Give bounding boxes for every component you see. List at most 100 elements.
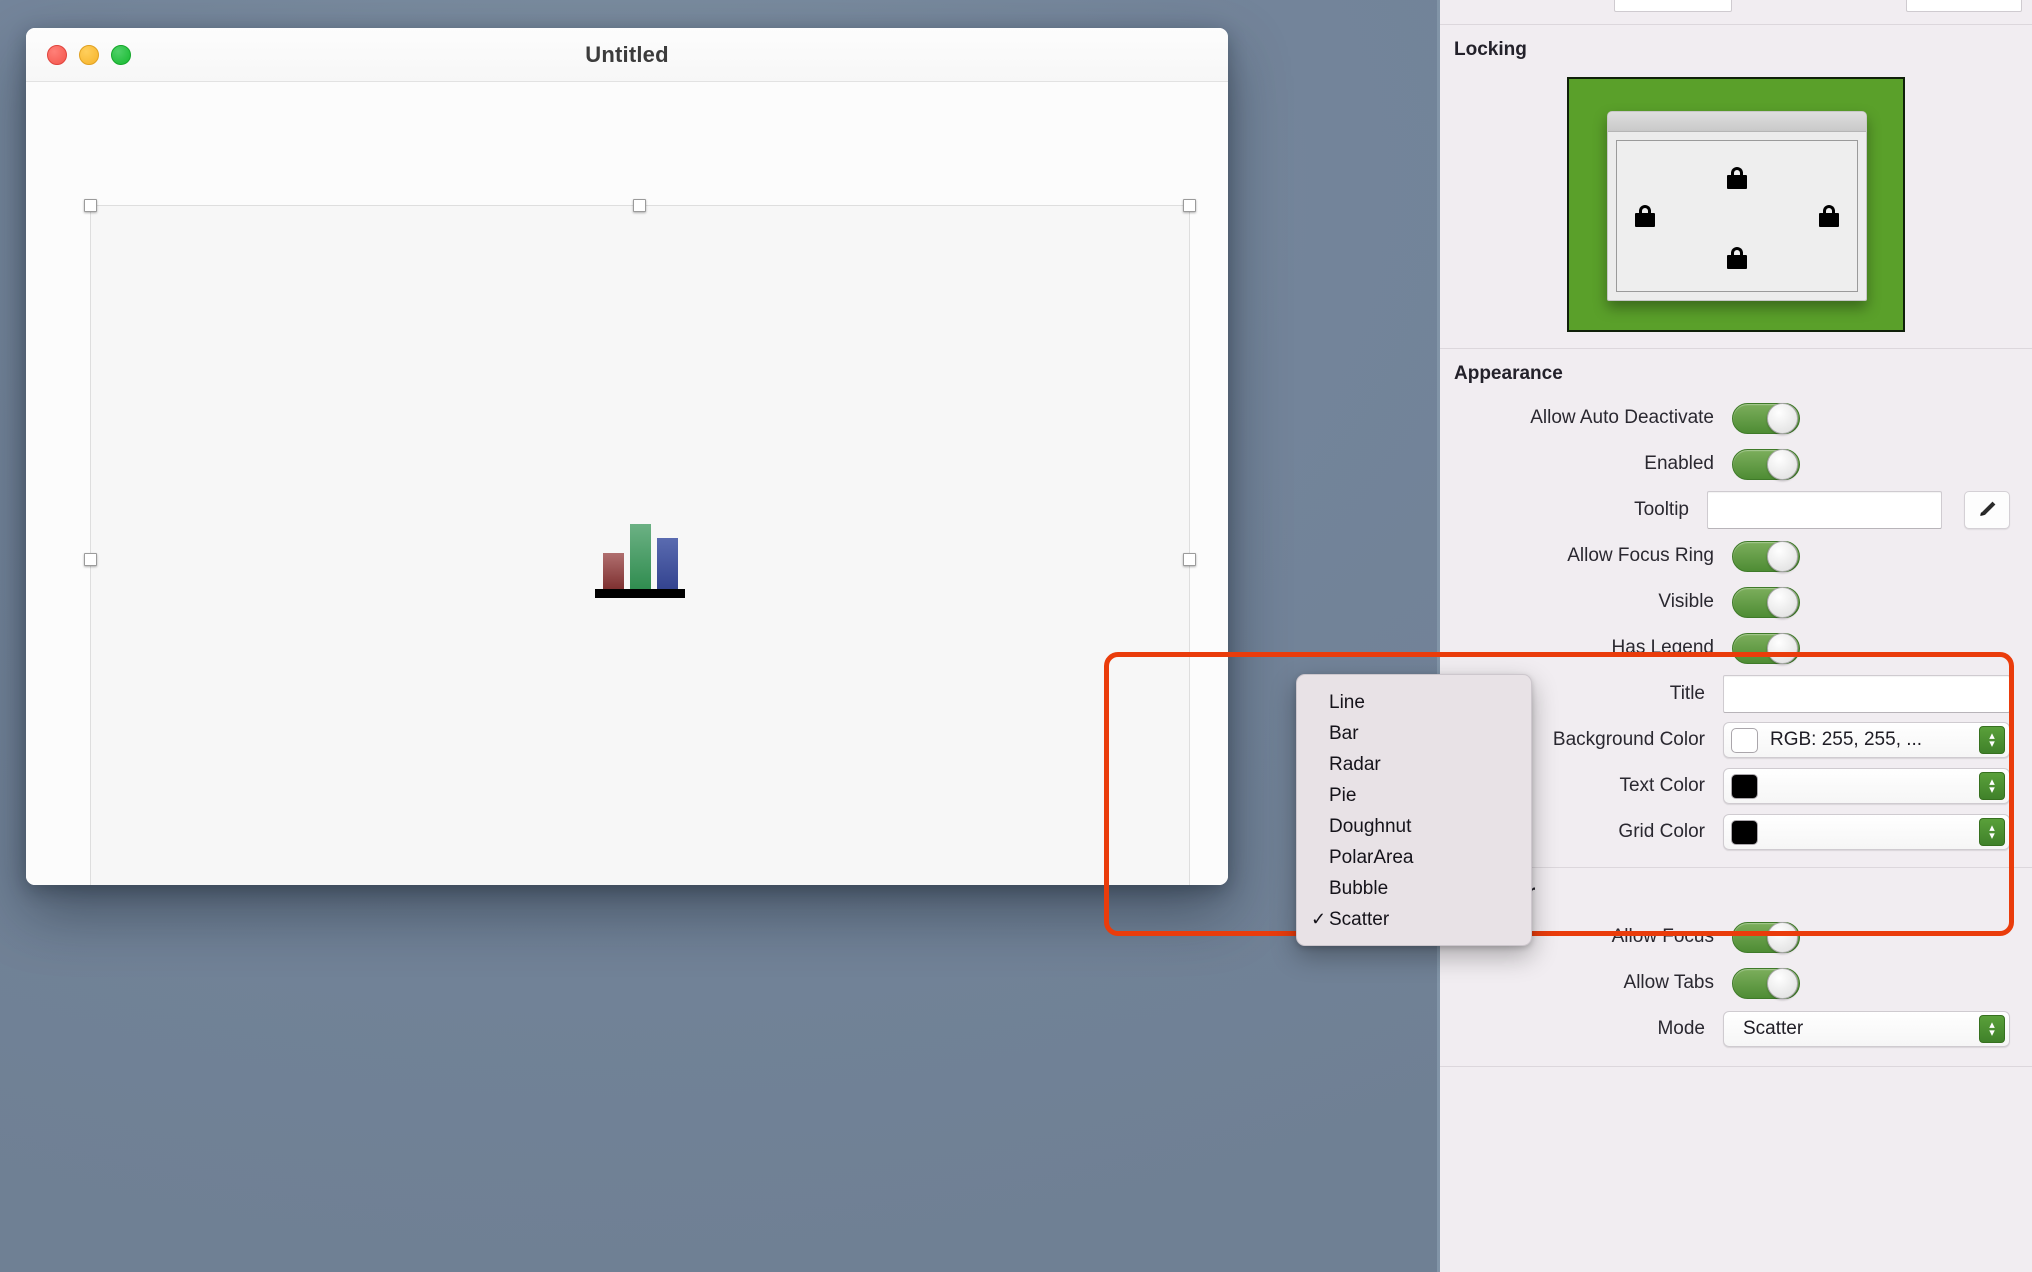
- lock-right-icon[interactable]: [1819, 205, 1839, 227]
- locking-preview-content: [1616, 140, 1858, 292]
- design-canvas[interactable]: [26, 82, 1228, 885]
- locking-preview[interactable]: [1567, 77, 1905, 332]
- chart-icon-axis: [595, 588, 685, 598]
- window-titlebar[interactable]: Untitled: [26, 28, 1228, 82]
- label-tooltip: Tooltip: [1634, 499, 1689, 520]
- menu-item-polararea[interactable]: PolarArea: [1297, 842, 1531, 873]
- toggle-allow-auto-deactivate[interactable]: [1732, 402, 1800, 434]
- menu-label-doughnut: Doughnut: [1329, 815, 1412, 837]
- toggle-knob: [1767, 967, 1798, 999]
- toggle-has-legend[interactable]: [1732, 632, 1800, 664]
- text-color-swatch: [1731, 773, 1758, 799]
- toggle-knob: [1767, 632, 1798, 664]
- clipped-textfield-left[interactable]: [1614, 0, 1732, 12]
- locking-preview-titlebar: [1608, 112, 1866, 132]
- clipped-textfield-right[interactable]: [1906, 0, 2022, 12]
- inspector-panel[interactable]: Locking Appearance Allow Auto Deactivate…: [1437, 0, 2032, 1272]
- background-color-popup[interactable]: RGB: 255, 255, ... ▴ ▾: [1723, 722, 2010, 758]
- label-allow-tabs: Allow Tabs: [1623, 972, 1714, 993]
- grid-color-stepper[interactable]: ▴ ▾: [1979, 818, 2005, 846]
- toggle-allow-focus-ring[interactable]: [1732, 540, 1800, 572]
- window-title: Untitled: [585, 41, 669, 67]
- row-tooltip: Tooltip: [1440, 487, 2032, 533]
- stepper-down-arrow: ▾: [1989, 1027, 1995, 1039]
- locking-preview-wrap: [1440, 71, 2032, 348]
- label-allow-focus-ring: Allow Focus Ring: [1567, 545, 1714, 566]
- chart-icon-bar-3: [657, 537, 678, 590]
- row-has-legend: Has Legend: [1440, 625, 2032, 671]
- row-enabled: Enabled: [1440, 441, 2032, 487]
- grid-color-swatch: [1731, 819, 1758, 845]
- chart-icon-bar-1: [603, 552, 624, 590]
- stepper-down-arrow: ▾: [1989, 738, 1995, 750]
- tooltip-edit-button[interactable]: [1964, 491, 2010, 529]
- row-allow-auto-deactivate: Allow Auto Deactivate: [1440, 395, 2032, 441]
- toggle-allow-focus[interactable]: [1732, 921, 1800, 953]
- menu-label-bar: Bar: [1329, 722, 1359, 744]
- mode-stepper[interactable]: ▴ ▾: [1979, 1015, 2005, 1043]
- chart-icon-bars: [595, 523, 685, 590]
- resize-handle-top-center[interactable]: [633, 199, 646, 212]
- menu-label-scatter: Scatter: [1329, 908, 1390, 930]
- section-title-locking: Locking: [1454, 39, 1527, 60]
- label-allow-auto-deactivate: Allow Auto Deactivate: [1530, 407, 1714, 428]
- traffic-light-group: [47, 28, 131, 82]
- tooltip-input[interactable]: [1707, 491, 1942, 529]
- chart-icon-bar-2: [630, 523, 651, 590]
- label-has-legend: Has Legend: [1611, 637, 1714, 658]
- toggle-knob: [1767, 448, 1798, 480]
- stepper-down-arrow: ▾: [1989, 784, 1995, 796]
- row-allow-focus-ring: Allow Focus Ring: [1440, 533, 2032, 579]
- stepper-down-arrow: ▾: [1989, 830, 1995, 842]
- lock-top-icon[interactable]: [1727, 167, 1747, 189]
- lock-left-icon[interactable]: [1635, 205, 1655, 227]
- menu-item-line[interactable]: Line: [1297, 687, 1531, 718]
- toggle-enabled[interactable]: [1732, 448, 1800, 480]
- row-allow-tabs: Allow Tabs: [1440, 960, 2032, 1006]
- clipped-controls-row: [1440, 0, 2032, 24]
- grid-color-popup[interactable]: ▴ ▾: [1723, 814, 2010, 850]
- toggle-visible[interactable]: [1732, 586, 1800, 618]
- zoom-button[interactable]: [111, 45, 131, 65]
- menu-label-radar: Radar: [1329, 753, 1381, 775]
- menu-item-scatter[interactable]: ✓ Scatter: [1297, 904, 1531, 935]
- row-visible: Visible: [1440, 579, 2032, 625]
- resize-handle-middle-left[interactable]: [84, 552, 97, 566]
- background-color-swatch: [1731, 727, 1758, 753]
- lock-bottom-icon[interactable]: [1727, 247, 1747, 269]
- menu-item-bar[interactable]: Bar: [1297, 718, 1531, 749]
- label-visible: Visible: [1658, 591, 1714, 612]
- menu-item-radar[interactable]: Radar: [1297, 749, 1531, 780]
- checkmark-icon: ✓: [1311, 909, 1327, 929]
- menu-item-doughnut[interactable]: Doughnut: [1297, 811, 1531, 842]
- text-color-popup[interactable]: ▴ ▾: [1723, 768, 2010, 804]
- toggle-knob: [1767, 586, 1798, 618]
- resize-handle-top-left[interactable]: [84, 199, 97, 212]
- menu-item-bubble[interactable]: Bubble: [1297, 873, 1531, 904]
- background-color-stepper[interactable]: ▴ ▾: [1979, 726, 2005, 754]
- document-window[interactable]: Untitled: [26, 28, 1228, 885]
- chart-mode-dropdown-menu[interactable]: Line Bar Radar Pie Doughnut PolarArea Bu…: [1296, 674, 1532, 946]
- toggle-knob: [1767, 921, 1798, 953]
- selected-chart-view[interactable]: [84, 199, 1196, 885]
- text-color-stepper[interactable]: ▴ ▾: [1979, 772, 2005, 800]
- minimize-button[interactable]: [79, 45, 99, 65]
- background-color-value: RGB: 255, 255, ...: [1770, 729, 1923, 750]
- section-title-appearance: Appearance: [1454, 363, 1563, 384]
- menu-label-pie: Pie: [1329, 784, 1357, 806]
- menu-item-pie[interactable]: Pie: [1297, 780, 1531, 811]
- pencil-icon: [1980, 501, 1996, 516]
- row-mode: Mode Scatter ▴ ▾: [1440, 1006, 2032, 1052]
- label-mode: Mode: [1657, 1018, 1705, 1039]
- section-divider: [1440, 1066, 2032, 1067]
- resize-handle-middle-right[interactable]: [1183, 552, 1196, 566]
- toggle-knob: [1767, 402, 1798, 434]
- close-button[interactable]: [47, 45, 67, 65]
- toggle-knob: [1767, 540, 1798, 572]
- title-input[interactable]: [1723, 675, 2010, 713]
- mode-popup-button[interactable]: Scatter ▴ ▾: [1723, 1011, 2010, 1047]
- toggle-allow-tabs[interactable]: [1732, 967, 1800, 999]
- menu-label-bubble: Bubble: [1329, 877, 1389, 899]
- label-enabled: Enabled: [1644, 453, 1714, 474]
- resize-handle-top-right[interactable]: [1183, 199, 1196, 212]
